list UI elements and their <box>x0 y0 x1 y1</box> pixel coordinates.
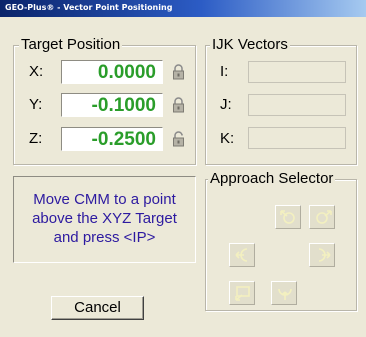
vector-point-positioning-window: GEO-Plus® - Vector Point Positioning Tar… <box>0 0 366 337</box>
y-lock-icon[interactable] <box>172 97 185 113</box>
message-line-1: Move CMM to a point <box>33 191 176 208</box>
z-label: Z: <box>29 130 43 147</box>
approach-from-top-left-button[interactable] <box>275 205 301 229</box>
approach-from-bottom-left-icon <box>235 286 250 301</box>
z-lock-icon[interactable] <box>172 131 185 147</box>
approach-from-right-button[interactable] <box>309 243 335 267</box>
message-line-3: and press <IP> <box>53 229 156 246</box>
cancel-button[interactable]: Cancel <box>51 296 144 320</box>
y-label: Y: <box>29 96 43 113</box>
j-vector-field <box>248 94 346 116</box>
j-label: J: <box>220 96 232 113</box>
k-vector-field <box>248 127 346 149</box>
approach-from-bottom-left-button[interactable] <box>229 281 255 305</box>
title-bar[interactable]: GEO-Plus® - Vector Point Positioning <box>0 0 366 17</box>
x-target-value-field: 0.0000 <box>61 60 163 84</box>
i-label: I: <box>220 63 229 80</box>
ijk-vectors-legend: IJK Vectors <box>210 36 290 53</box>
instruction-message-panel: Move CMM to a point above the XYZ Target… <box>13 176 196 263</box>
approach-from-top-right-button[interactable] <box>309 205 335 229</box>
y-target-value: -0.1000 <box>91 95 156 116</box>
target-position-legend: Target Position <box>19 36 123 53</box>
y-target-value-field: -0.1000 <box>61 93 163 117</box>
approach-from-left-icon <box>235 248 248 262</box>
approach-selector-legend: Approach Selector <box>208 170 336 187</box>
approach-from-bottom-button[interactable] <box>271 281 297 305</box>
window-title: GEO-Plus® - Vector Point Positioning <box>5 3 173 12</box>
message-line-2: above the XYZ Target <box>32 210 177 227</box>
k-label: K: <box>220 130 235 147</box>
approach-from-left-button[interactable] <box>229 243 255 267</box>
x-target-value: 0.0000 <box>97 62 156 83</box>
z-target-value: -0.2500 <box>91 129 156 150</box>
z-target-value-field: -0.2500 <box>61 127 163 151</box>
x-label: X: <box>29 63 44 80</box>
x-lock-icon[interactable] <box>172 64 185 80</box>
approach-from-top-left-icon <box>280 210 295 224</box>
approach-from-right-icon <box>318 248 331 262</box>
approach-from-bottom-icon <box>278 288 292 300</box>
approach-from-top-right-icon <box>316 210 332 224</box>
i-vector-field <box>248 61 346 83</box>
